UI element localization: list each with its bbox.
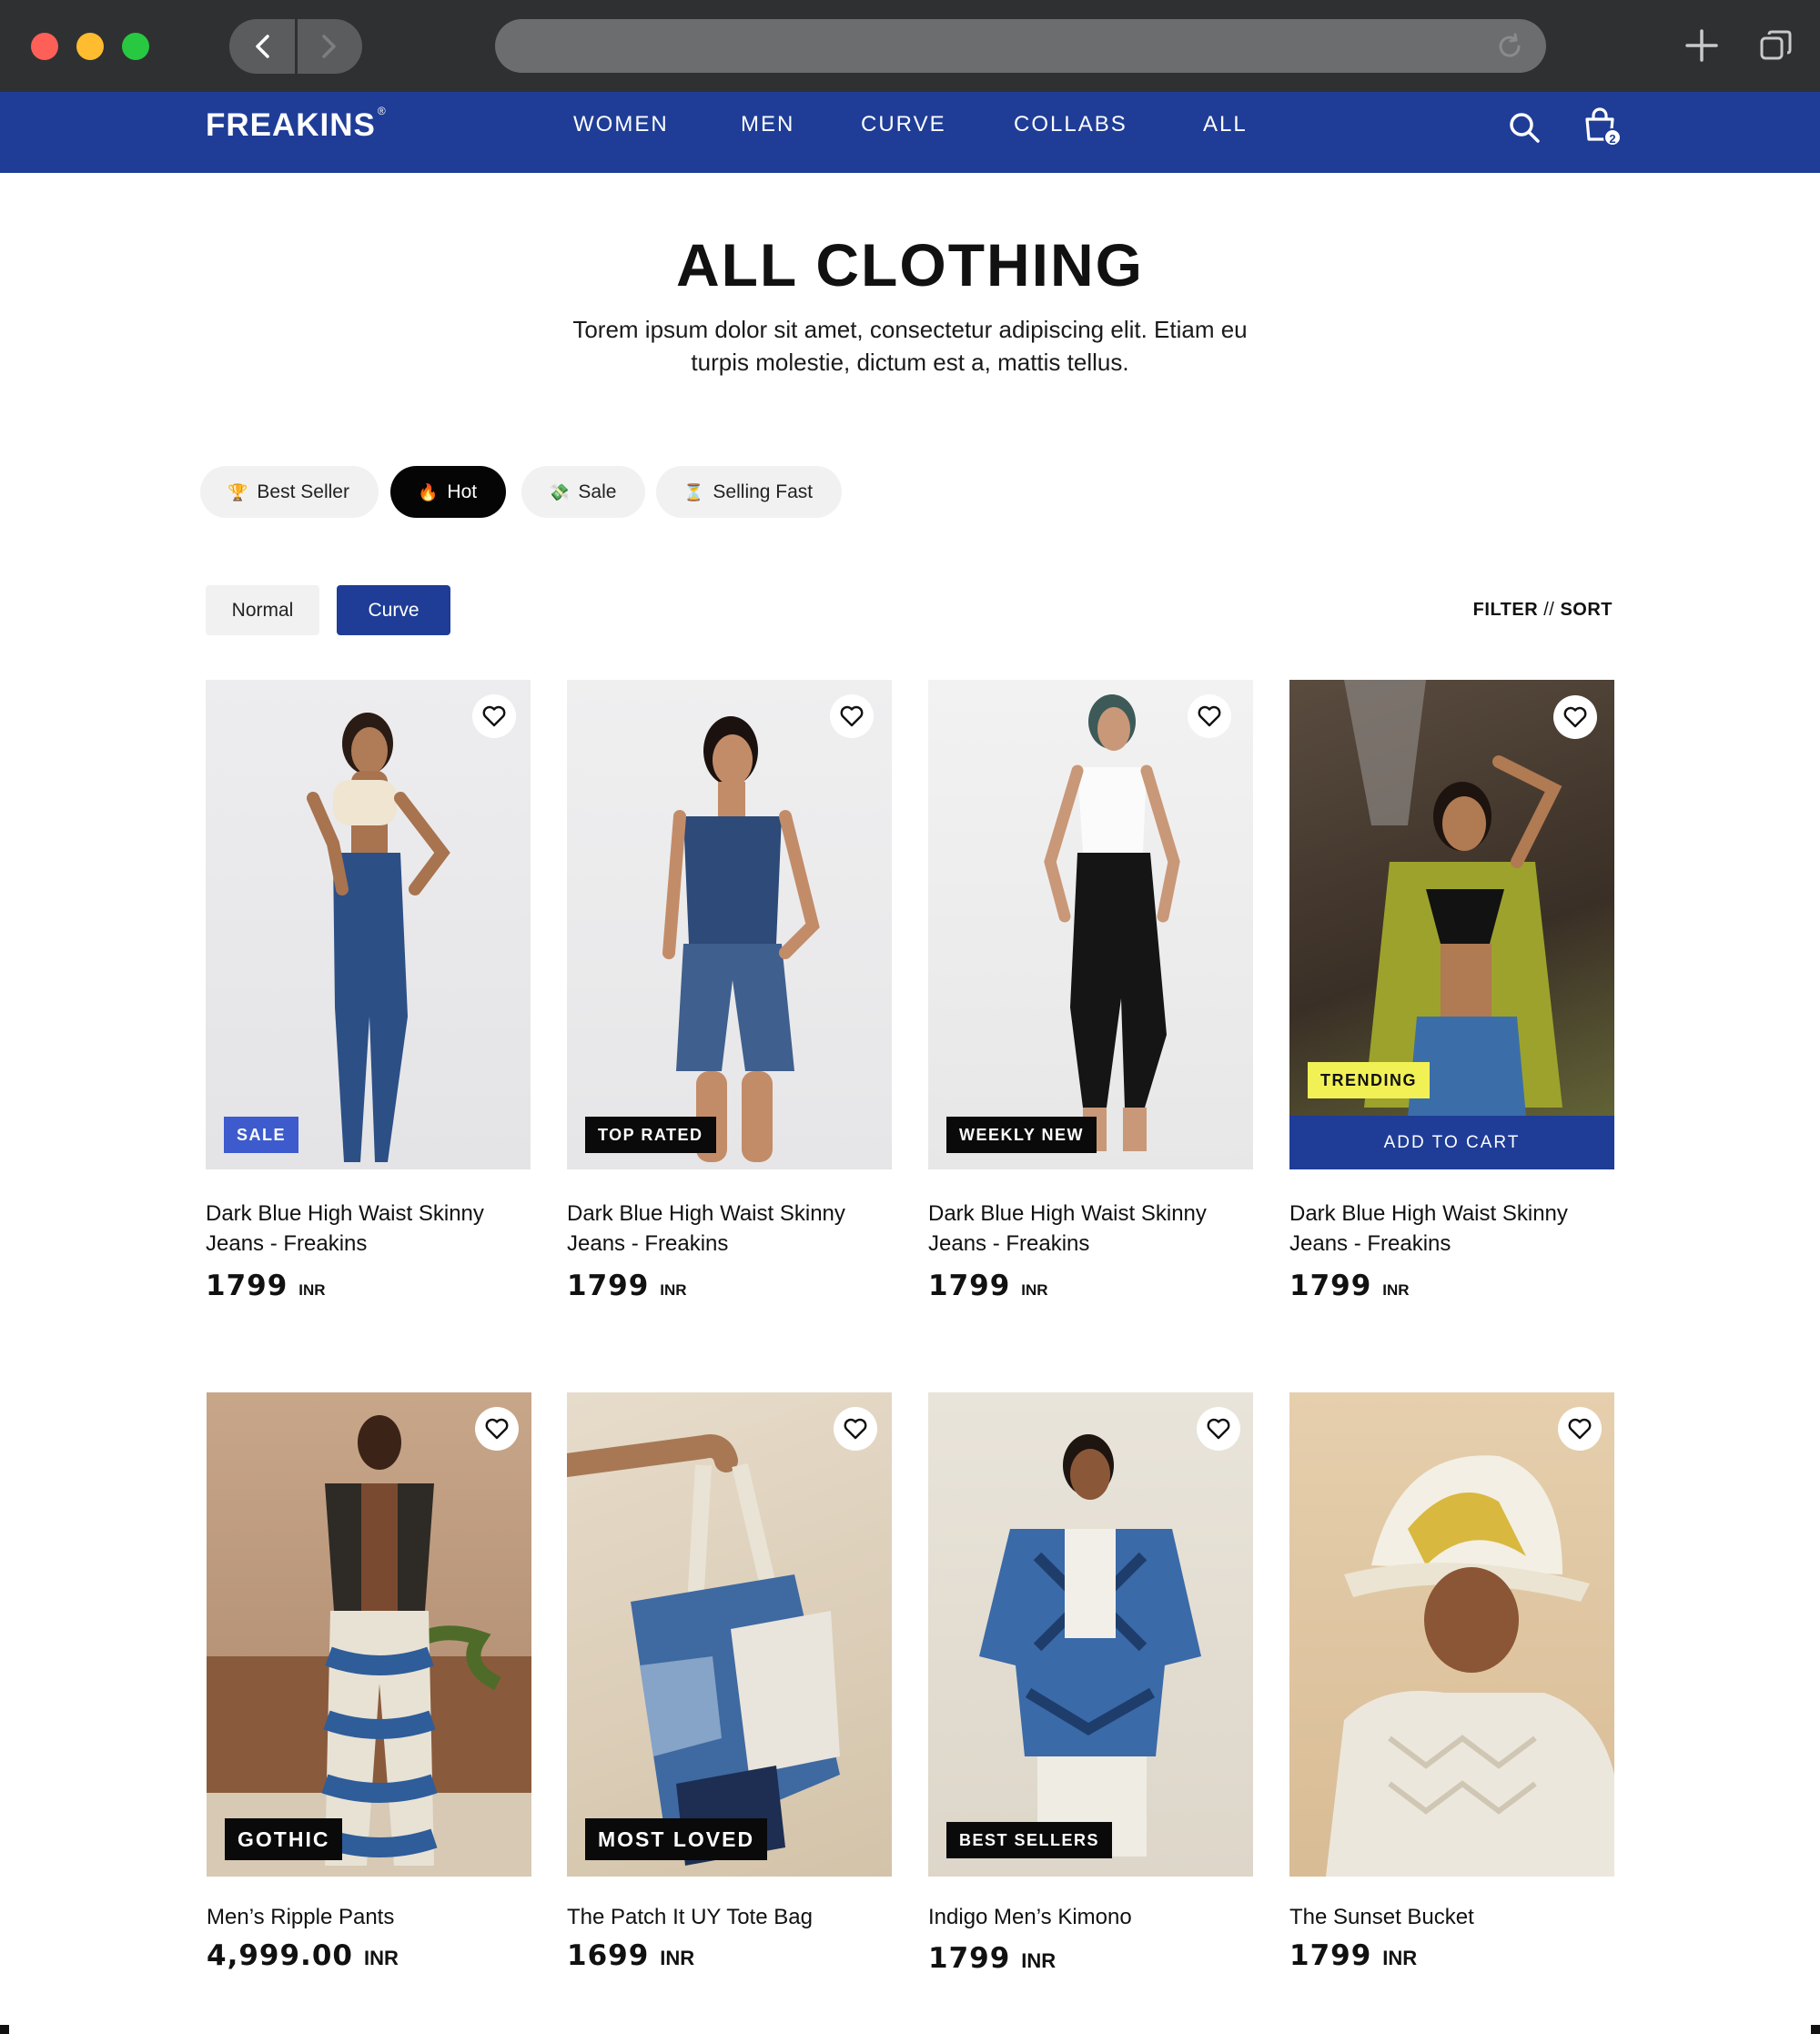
tag-sale[interactable]: 💸 Sale <box>521 466 646 518</box>
product-price: 1799 INR <box>1289 1270 1410 1302</box>
wishlist-heart-icon[interactable] <box>472 694 516 738</box>
product-name[interactable]: Dark Blue High Waist Skinny Jeans - Frea… <box>206 1199 531 1259</box>
product-badge: SALE <box>224 1117 299 1153</box>
product-image[interactable] <box>1289 1392 1614 1877</box>
fire-icon: 🔥 <box>418 483 439 501</box>
fit-normal-button[interactable]: Normal <box>206 585 319 635</box>
money-icon: 💸 <box>549 483 570 501</box>
trophy-icon: 🏆 <box>228 483 248 501</box>
product-price: 4,999.00 INR <box>207 1939 399 1972</box>
product-image[interactable]: GOTHIC <box>207 1392 531 1877</box>
page-description: Torem ipsum dolor sit amet, consectetur … <box>572 316 1248 376</box>
product-image[interactable]: MOST LOVED <box>567 1392 892 1877</box>
nav-all[interactable]: ALL <box>1203 112 1248 137</box>
back-arrow-icon[interactable] <box>249 32 278 61</box>
product-name[interactable]: The Patch It UY Tote Bag <box>567 1902 892 1932</box>
wishlist-heart-icon[interactable] <box>1558 1407 1602 1451</box>
corner-mark <box>0 2025 9 2034</box>
corner-mark <box>1811 2025 1820 2034</box>
product-card[interactable]: TRENDING ADD TO CART Dark Blue High Wais… <box>1289 680 1614 1308</box>
product-badge: TOP RATED <box>585 1117 716 1153</box>
product-badge: WEEKLY NEW <box>946 1117 1097 1153</box>
wishlist-heart-icon[interactable] <box>475 1407 519 1451</box>
product-card[interactable]: SALE Dark Blue High Waist Skinny Jeans -… <box>206 680 531 1308</box>
wishlist-heart-icon[interactable] <box>1197 1407 1240 1451</box>
product-image[interactable]: SALE <box>206 680 531 1169</box>
brand-logo[interactable]: FREAKINS ® <box>206 105 387 144</box>
filter-sort-button[interactable]: FILTER // SORT <box>1438 600 1613 621</box>
add-to-cart-button[interactable]: ADD TO CART <box>1289 1116 1614 1169</box>
cart-count-badge: 2 <box>1603 128 1622 147</box>
page-title: ALL CLOTHING <box>675 231 1145 299</box>
product-price: 1799 INR <box>928 1942 1057 1975</box>
maximize-window-button[interactable] <box>122 33 149 60</box>
product-card[interactable]: TOP RATED Dark Blue High Waist Skinny Je… <box>567 680 892 1308</box>
product-card[interactable]: GOTHIC Men’s Ripple Pants 4,999.00 INR <box>207 1392 531 1975</box>
forward-arrow-icon[interactable] <box>313 32 342 61</box>
tag-hot[interactable]: 🔥 Hot <box>390 466 507 518</box>
product-name[interactable]: Indigo Men’s Kimono <box>928 1902 1253 1932</box>
address-bar[interactable] <box>495 19 1546 73</box>
product-price: 1799 INR <box>928 1270 1048 1302</box>
nav-women[interactable]: WOMEN <box>573 112 669 137</box>
product-price: 1799 INR <box>206 1270 326 1302</box>
tag-selling-fast[interactable]: ⏳ Selling Fast <box>656 466 843 518</box>
product-name[interactable]: The Sunset Bucket <box>1289 1902 1614 1932</box>
fit-curve-button[interactable]: Curve <box>337 585 450 635</box>
product-card[interactable]: MOST LOVED The Patch It UY Tote Bag 1699… <box>567 1392 892 1975</box>
product-image[interactable]: TRENDING ADD TO CART <box>1289 680 1614 1169</box>
minimize-window-button[interactable] <box>76 33 104 60</box>
browser-toolbar <box>0 0 1820 92</box>
product-image[interactable]: TOP RATED <box>567 680 892 1169</box>
reload-icon[interactable] <box>1495 32 1524 61</box>
nav-collabs[interactable]: COLLABS <box>1014 112 1127 137</box>
nav-men[interactable]: MEN <box>741 112 794 137</box>
product-image[interactable]: WEEKLY NEW <box>928 680 1253 1169</box>
wishlist-heart-icon[interactable] <box>834 1407 877 1451</box>
close-window-button[interactable] <box>31 33 58 60</box>
tag-best-seller[interactable]: 🏆 Best Seller <box>200 466 379 518</box>
product-badge: BEST SELLERS <box>946 1822 1113 1858</box>
product-price: 1799 INR <box>567 1270 687 1302</box>
product-card[interactable]: WEEKLY NEW Dark Blue High Waist Skinny J… <box>928 680 1253 1308</box>
new-tab-icon[interactable] <box>1684 27 1720 64</box>
product-badge: TRENDING <box>1308 1062 1430 1098</box>
product-card[interactable]: BEST SELLERS Indigo Men’s Kimono 1799 INR <box>928 1392 1253 1975</box>
wishlist-heart-icon[interactable] <box>830 694 874 738</box>
product-name[interactable]: Dark Blue High Waist Skinny Jeans - Frea… <box>928 1199 1253 1259</box>
product-name[interactable]: Dark Blue High Waist Skinny Jeans - Frea… <box>567 1199 892 1259</box>
hourglass-icon: ⏳ <box>683 483 704 501</box>
product-name[interactable]: Dark Blue High Waist Skinny Jeans - Frea… <box>1289 1199 1614 1259</box>
product-badge: GOTHIC <box>225 1818 343 1860</box>
history-nav <box>229 19 362 74</box>
wishlist-heart-icon[interactable] <box>1553 695 1597 739</box>
nav-curve[interactable]: CURVE <box>861 112 946 137</box>
product-badge: MOST LOVED <box>585 1818 768 1860</box>
tab-overview-icon[interactable] <box>1758 27 1795 64</box>
product-card[interactable]: The Sunset Bucket 1799 INR <box>1289 1392 1614 1975</box>
wishlist-heart-icon[interactable] <box>1188 694 1231 738</box>
product-name[interactable]: Men’s Ripple Pants <box>207 1902 531 1932</box>
product-price: 1799 INR <box>1289 1939 1418 1972</box>
product-price: 1699 INR <box>567 1939 695 1972</box>
search-icon[interactable] <box>1506 109 1542 146</box>
product-image[interactable]: BEST SELLERS <box>928 1392 1253 1877</box>
